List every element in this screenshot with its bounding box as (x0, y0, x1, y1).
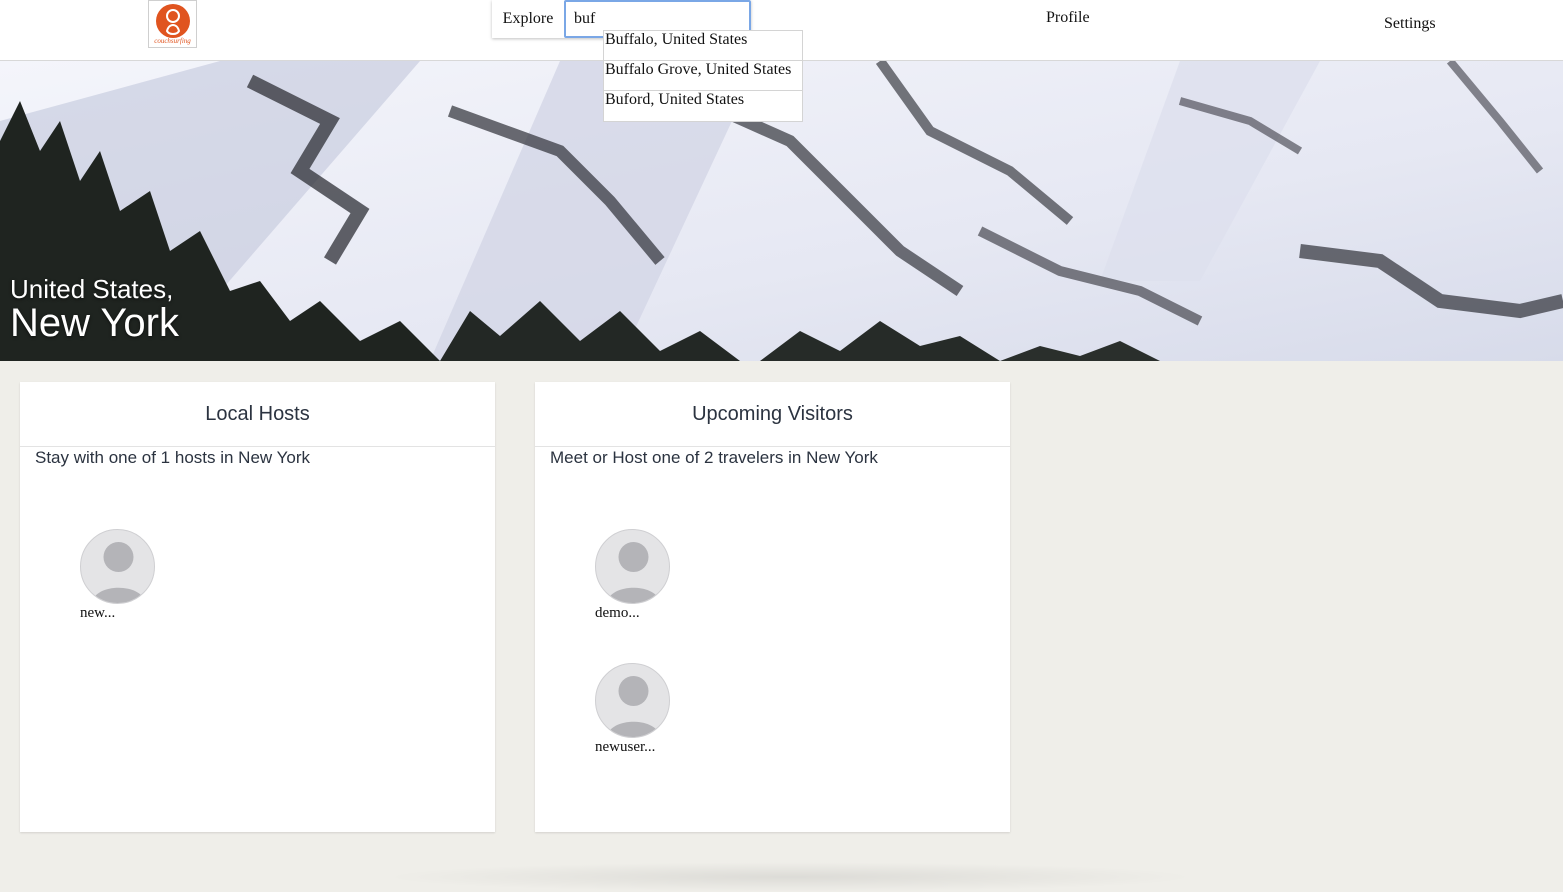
nav-profile-link[interactable]: Profile (1046, 9, 1090, 27)
user-placeholder-icon (606, 676, 661, 737)
person-name: new... (80, 605, 116, 621)
search-suggestions: Buffalo, United States Buffalo Grove, Un… (603, 30, 803, 122)
visitor-person[interactable]: demo... (595, 529, 685, 622)
suggestion-item[interactable]: Buffalo Grove, United States (604, 61, 802, 91)
avatar (595, 529, 670, 604)
host-person[interactable]: new... (80, 529, 170, 622)
couchsurfing-logo-icon (155, 4, 190, 38)
person-name: newuser... (595, 739, 656, 755)
upcoming-visitors-subtitle: Meet or Host one of 2 travelers in New Y… (550, 448, 878, 467)
avatar (80, 529, 155, 604)
user-placeholder-icon (606, 542, 661, 603)
explore-button[interactable]: Explore (492, 0, 564, 38)
footer-shadow (380, 862, 1200, 892)
suggestion-item[interactable]: Buffalo, United States (604, 31, 802, 61)
avatar (595, 663, 670, 738)
user-placeholder-icon (91, 542, 146, 603)
visitor-person[interactable]: newuser... (595, 663, 685, 756)
couchsurfing-logo[interactable]: couchsurfing (148, 0, 197, 48)
local-hosts-subtitle: Stay with one of 1 hosts in New York (35, 448, 310, 467)
local-hosts-card: Local Hosts Stay with one of 1 hosts in … (20, 382, 495, 832)
upcoming-visitors-card: Upcoming Visitors Meet or Host one of 2 … (535, 382, 1010, 832)
suggestion-item[interactable]: Buford, United States (604, 91, 802, 121)
upcoming-visitors-title: Upcoming Visitors (535, 382, 1010, 447)
person-name: demo... (595, 605, 640, 621)
logo-wordmark: couchsurfing (154, 37, 191, 45)
hero-city: New York (10, 301, 179, 345)
nav-settings-link[interactable]: Settings (1384, 15, 1436, 33)
local-hosts-title: Local Hosts (20, 382, 495, 447)
